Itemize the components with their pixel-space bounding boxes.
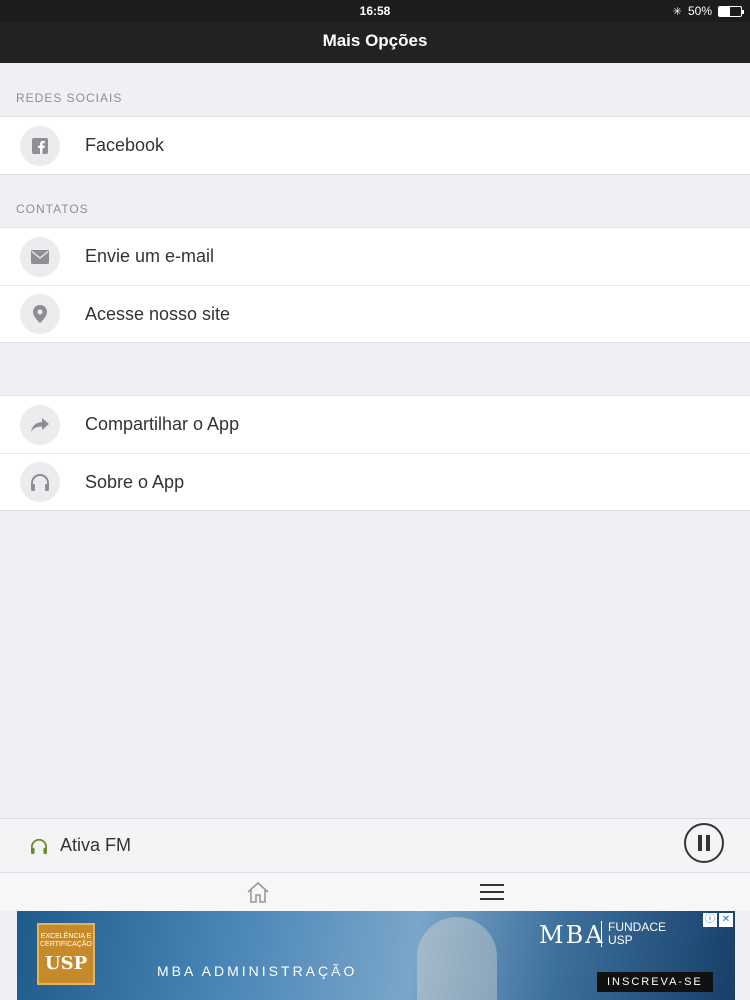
ad-usp-seal: EXCELÊNCIA E CERTIFICAÇÃO USP (37, 923, 95, 985)
location-pin-icon (20, 294, 60, 334)
ad-seal-text: EXCELÊNCIA E CERTIFICAÇÃO (40, 933, 92, 948)
menu-icon[interactable] (477, 879, 507, 905)
email-row[interactable]: Envie um e-mail (0, 228, 750, 285)
ad-mba-logo: MBA (539, 921, 605, 949)
station-name: Ativa FM (60, 835, 132, 855)
ad-close-icon[interactable]: ✕ (719, 913, 733, 927)
social-group: Facebook (0, 116, 750, 175)
battery-fill (719, 6, 730, 16)
status-time: 16:58 (359, 4, 391, 18)
section-header-social: REDES SOCIAIS (16, 91, 123, 105)
ad-banner[interactable]: EXCELÊNCIA E CERTIFICAÇÃO USP MBA ADMINI… (17, 911, 735, 1000)
share-label: Compartilhar o App (85, 414, 240, 434)
headphones-icon (30, 838, 48, 854)
status-bar: 16:58 ✳ 50% (0, 0, 750, 22)
battery-percent: 50% (687, 4, 712, 18)
facebook-row[interactable]: Facebook (0, 117, 750, 174)
ad-headline: MBA ADMINISTRAÇÃO (157, 963, 358, 979)
activity-spinner-icon: ✳ (672, 5, 682, 18)
about-row[interactable]: Sobre o App (0, 453, 750, 510)
nav-bar: Mais Opções (0, 22, 750, 63)
now-playing-bar[interactable]: Ativa FM (0, 818, 750, 872)
ad-person-image (417, 917, 497, 1000)
tab-bar (0, 872, 750, 911)
battery-icon (718, 5, 744, 17)
ad-fundace-logo: FUNDACE USP (601, 921, 666, 947)
status-right: ✳ 50% (672, 4, 744, 18)
website-row[interactable]: Acesse nosso site (0, 285, 750, 342)
email-label: Envie um e-mail (85, 246, 215, 266)
facebook-label: Facebook (85, 135, 165, 155)
contacts-group: Envie um e-mail Acesse nosso site (0, 227, 750, 343)
app-group: Compartilhar o App Sobre o App (0, 395, 750, 511)
ad-info-icon[interactable]: ⓘ (703, 913, 717, 927)
website-label: Acesse nosso site (85, 303, 231, 324)
ad-seal-brand: USP (44, 953, 88, 974)
share-icon (20, 404, 60, 445)
ad-cta-button[interactable]: INSCREVA-SE (597, 972, 713, 992)
section-header-contacts: CONTATOS (16, 202, 89, 216)
pause-button[interactable] (684, 823, 724, 863)
headphones-icon (20, 462, 60, 502)
mail-icon (20, 236, 60, 277)
home-icon[interactable] (243, 879, 273, 905)
about-label: Sobre o App (85, 471, 185, 492)
page-title: Mais Opções (322, 31, 428, 50)
ad-controls: ⓘ ✕ (703, 913, 733, 927)
facebook-icon (20, 125, 60, 166)
ad-partner-sub: USP (608, 933, 633, 947)
share-row[interactable]: Compartilhar o App (0, 396, 750, 453)
